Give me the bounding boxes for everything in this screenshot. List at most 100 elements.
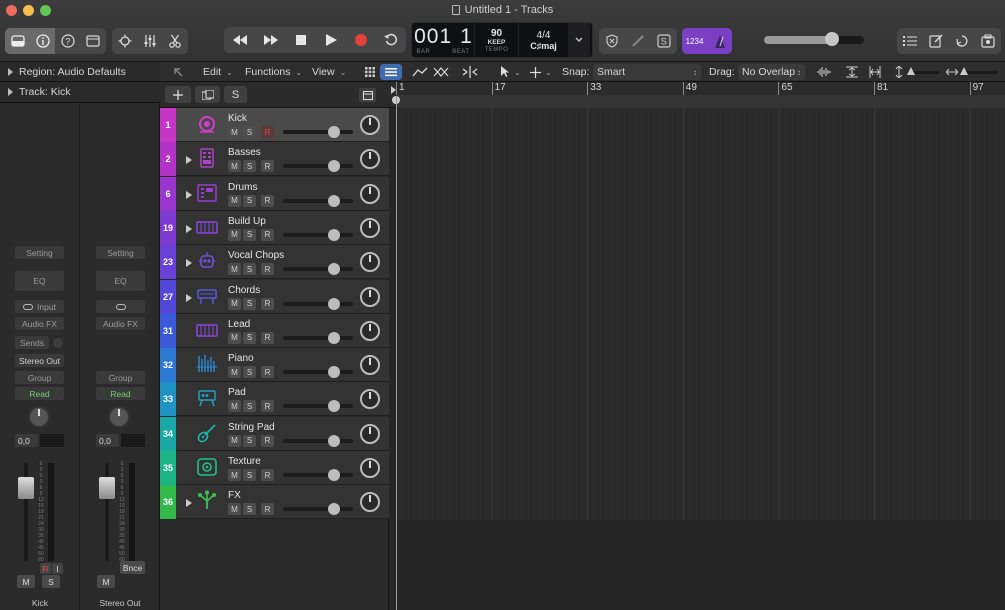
audio-fx-slot[interactable]: Audio FX: [15, 317, 64, 330]
link-slot[interactable]: [96, 300, 145, 313]
lcd-display[interactable]: 001 1 BAR BEAT 90 KEEP TEMPO 4/4 C♯maj: [411, 22, 593, 58]
texture-icon[interactable]: [196, 456, 218, 478]
track-volume-slider[interactable]: [283, 473, 353, 477]
replace-button[interactable]: S: [651, 28, 677, 54]
track-row[interactable]: 34 String Pad M S R: [160, 416, 389, 451]
pointer-tool-menu[interactable]: ⌄: [500, 62, 521, 82]
edit-menu[interactable]: Edit ⌄: [203, 62, 233, 82]
track-solo-button[interactable]: S: [243, 263, 256, 276]
track-record-button[interactable]: R: [261, 126, 274, 138]
track-volume-slider[interactable]: [283, 198, 353, 203]
track-volume-slider[interactable]: [283, 370, 353, 375]
track-mute-button[interactable]: M: [228, 331, 241, 344]
guitar-icon[interactable]: [196, 422, 218, 444]
track-number[interactable]: 32: [160, 348, 176, 383]
pan-value[interactable]: 0,0: [96, 434, 119, 447]
horizontal-zoom-slider[interactable]: [946, 62, 998, 82]
track-record-button[interactable]: R: [261, 297, 274, 310]
track-pan-knob[interactable]: [360, 217, 380, 238]
disclosure-triangle-icon[interactable]: [8, 88, 13, 96]
snap-select[interactable]: Smart ↕: [593, 64, 701, 80]
track-row[interactable]: 35 Texture M S R: [160, 451, 389, 485]
track-mute-button[interactable]: M: [228, 400, 241, 413]
track-volume-handle[interactable]: [328, 469, 340, 481]
track-volume-slider[interactable]: [283, 232, 353, 237]
track-stack-disclosure-icon[interactable]: [186, 224, 192, 233]
track-record-button[interactable]: R: [261, 263, 274, 276]
browser-button[interactable]: [975, 28, 1001, 54]
group-slot[interactable]: Group: [15, 371, 64, 384]
track-solo-button[interactable]: S: [243, 366, 256, 379]
horizontal-zoom-handle[interactable]: [960, 66, 968, 75]
track-pan-knob[interactable]: [360, 355, 380, 376]
loop-browser-button[interactable]: [949, 28, 975, 54]
automation-mode[interactable]: Read: [96, 387, 145, 400]
track-volume-slider[interactable]: [283, 507, 353, 512]
track-volume-slider[interactable]: [283, 404, 353, 409]
smart-controls-button[interactable]: [112, 28, 137, 54]
track-volume-slider[interactable]: [283, 130, 353, 134]
region-inspector-header[interactable]: Region: Audio Defaults: [0, 62, 160, 82]
track-row[interactable]: 2 Basses M S R: [160, 142, 389, 177]
track-record-button[interactable]: R: [261, 503, 274, 516]
output-slot[interactable]: Stereo Out: [15, 354, 64, 367]
track-mute-button[interactable]: M: [228, 126, 241, 138]
track-row[interactable]: 31 Lead M S R: [160, 313, 389, 348]
horizontal-fit-button[interactable]: [869, 62, 881, 82]
track-stack-disclosure-icon[interactable]: [186, 293, 192, 302]
arrange-area[interactable]: [389, 96, 1005, 610]
mute-button[interactable]: M: [17, 575, 35, 588]
track-mute-button[interactable]: M: [228, 297, 241, 310]
input-monitor-button[interactable]: I: [52, 563, 63, 574]
track-mute-button[interactable]: M: [228, 263, 241, 276]
drum-machine-icon[interactable]: [196, 182, 218, 204]
track-name[interactable]: Texture: [228, 456, 261, 467]
track-row[interactable]: 23 Vocal Chops M S R: [160, 245, 389, 280]
pad-synth-icon[interactable]: [196, 387, 218, 409]
track-number[interactable]: 23: [160, 245, 176, 280]
arrange-grid[interactable]: [396, 108, 1005, 520]
track-volume-handle[interactable]: [328, 434, 340, 447]
track-record-button[interactable]: R: [261, 194, 274, 207]
track-solo-button[interactable]: S: [243, 228, 256, 241]
automation-button[interactable]: [412, 62, 428, 82]
forward-button[interactable]: [255, 27, 286, 53]
mute-button[interactable]: M: [97, 575, 115, 588]
track-solo-button[interactable]: S: [243, 469, 256, 481]
master-volume-knob[interactable]: [825, 32, 839, 46]
vertical-zoom-slider[interactable]: [895, 62, 939, 82]
track-row[interactable]: 32 Piano M S R: [160, 348, 389, 383]
track-solo-button[interactable]: S: [243, 503, 256, 516]
global-tracks-button[interactable]: [359, 88, 376, 102]
track-name[interactable]: Vocal Chops: [228, 250, 284, 261]
track-solo-button[interactable]: S: [243, 331, 256, 344]
metronome-button[interactable]: [707, 28, 732, 54]
track-mute-button[interactable]: M: [228, 503, 241, 516]
track-mute-button[interactable]: M: [228, 366, 241, 379]
track-pan-knob[interactable]: [360, 320, 380, 341]
track-volume-handle[interactable]: [328, 160, 340, 173]
track-inspector-header[interactable]: Track: Kick: [0, 82, 160, 103]
track-name[interactable]: Drums: [228, 182, 257, 193]
bounce-button[interactable]: Bnce: [120, 561, 145, 574]
count-in-button[interactable]: 1234: [682, 28, 707, 54]
track-pan-knob[interactable]: [360, 183, 380, 204]
track-pan-knob[interactable]: [360, 115, 380, 135]
track-mute-button[interactable]: M: [228, 469, 241, 481]
track-solo-button[interactable]: S: [243, 194, 256, 207]
sends-slot[interactable]: Sends: [15, 336, 49, 349]
track-number[interactable]: 1: [160, 108, 176, 142]
track-volume-handle[interactable]: [328, 228, 340, 241]
track-volume-handle[interactable]: [328, 400, 340, 413]
track-solo-button[interactable]: S: [243, 160, 256, 173]
track-pan-knob[interactable]: [360, 423, 380, 444]
track-number[interactable]: 6: [160, 176, 176, 211]
track-volume-handle[interactable]: [328, 297, 340, 310]
secondary-tool-menu[interactable]: ⌄: [530, 62, 552, 82]
channel-name[interactable]: Kick: [0, 598, 80, 608]
track-name[interactable]: Build Up: [228, 216, 266, 227]
synth-icon[interactable]: [196, 285, 218, 307]
play-button[interactable]: [316, 27, 346, 53]
track-mute-button[interactable]: M: [228, 160, 241, 173]
waveform-zoom-button[interactable]: [816, 62, 832, 82]
